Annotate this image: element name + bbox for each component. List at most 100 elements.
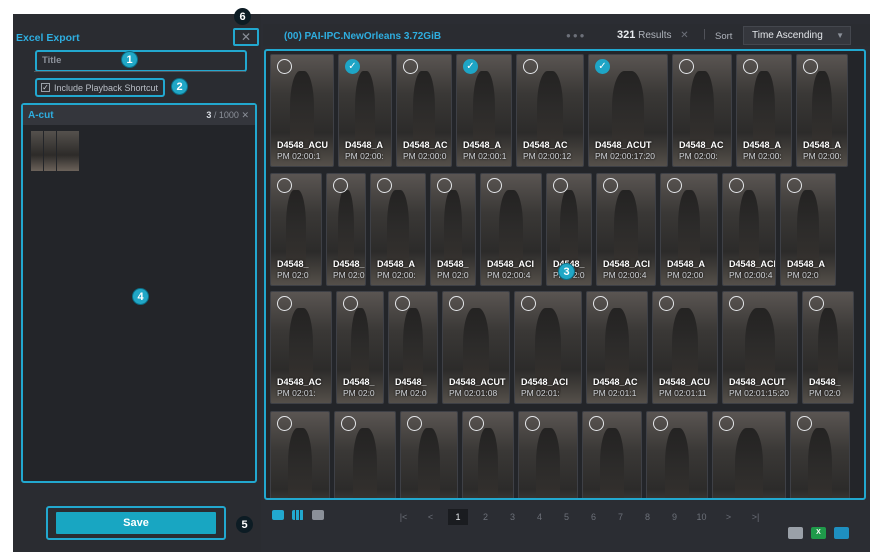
select-circle-icon[interactable]	[719, 416, 734, 431]
image-export-icon[interactable]	[788, 527, 803, 539]
result-thumbnail[interactable]	[646, 411, 708, 498]
sort-dropdown[interactable]: Time Ascending ▼	[743, 26, 851, 45]
acut-thumbnail[interactable]	[44, 131, 56, 171]
result-thumbnail[interactable]: ✓ D4548_ACUT PM 02:00:17:20	[588, 54, 668, 167]
result-thumbnail[interactable]: D4548_AC PM 02:00:12	[516, 54, 584, 167]
select-circle-icon[interactable]	[377, 178, 392, 193]
checked-circle-icon[interactable]: ✓	[463, 59, 478, 74]
result-thumbnail[interactable]: D4548_ACU PM 02:00:1	[270, 54, 334, 167]
select-circle-icon[interactable]	[341, 416, 356, 431]
title-input[interactable]: Title	[35, 50, 247, 72]
result-thumbnail[interactable]	[334, 411, 396, 498]
select-circle-icon[interactable]	[469, 416, 484, 431]
result-thumbnail[interactable]: D4548_PM 02:0	[336, 291, 384, 404]
grid-view-icon[interactable]	[292, 510, 304, 520]
result-thumbnail[interactable]: ✓ D4548_A PM 02:00:	[338, 54, 392, 167]
checked-circle-icon[interactable]: ✓	[345, 59, 360, 74]
result-thumbnail[interactable]: D4548_PM 02:0	[430, 173, 476, 286]
select-circle-icon[interactable]	[659, 296, 674, 311]
select-circle-icon[interactable]	[449, 296, 464, 311]
result-thumbnail[interactable]: D4548_A PM 02:00:	[796, 54, 848, 167]
select-circle-icon[interactable]	[333, 178, 348, 193]
select-circle-icon[interactable]	[553, 178, 568, 193]
result-thumbnail[interactable]: D4548_A PM 02:00:	[370, 173, 426, 286]
result-thumbnail[interactable]	[790, 411, 850, 498]
result-thumbnail[interactable]: D4548_A PM 02:00	[660, 173, 718, 286]
result-thumbnail[interactable]: D4548_AC PM 02:00:0	[396, 54, 452, 167]
result-thumbnail[interactable]: D4548_ACU PM 02:01:11	[652, 291, 718, 404]
save-button[interactable]: Save	[56, 512, 216, 534]
result-thumbnail[interactable]: D4548_AC PM 02:01:1	[586, 291, 648, 404]
result-thumbnail[interactable]: D4548_ACUT PM 02:01:08	[442, 291, 510, 404]
result-thumbnail[interactable]: D4548_ACI PM 02:01:	[514, 291, 582, 404]
select-circle-icon[interactable]	[525, 416, 540, 431]
result-thumbnail[interactable]	[400, 411, 458, 498]
first-page-button[interactable]: |<	[390, 509, 417, 525]
select-circle-icon[interactable]	[277, 178, 292, 193]
select-circle-icon[interactable]	[797, 416, 812, 431]
checkbox-icon[interactable]: ✓	[41, 83, 50, 92]
select-circle-icon[interactable]	[277, 296, 292, 311]
select-circle-icon[interactable]	[395, 296, 410, 311]
result-thumbnail[interactable]: ✓ D4548_A PM 02:00:1	[456, 54, 512, 167]
checked-circle-icon[interactable]: ✓	[595, 59, 610, 74]
page-6-button[interactable]: 6	[580, 509, 607, 525]
select-circle-icon[interactable]	[743, 59, 758, 74]
acut-clear-icon[interactable]: ✕	[241, 110, 249, 120]
select-circle-icon[interactable]	[523, 59, 538, 74]
result-thumbnail[interactable]: D4548_PM 02:0	[388, 291, 438, 404]
select-circle-icon[interactable]	[729, 178, 744, 193]
result-thumbnail[interactable]: D4548_PM 02:0	[802, 291, 854, 404]
select-circle-icon[interactable]	[437, 178, 452, 193]
select-circle-icon[interactable]	[589, 416, 604, 431]
acut-thumbnail[interactable]	[31, 131, 43, 171]
acut-thumbnail[interactable]	[57, 131, 79, 171]
prev-page-button[interactable]: <	[417, 509, 444, 525]
page-7-button[interactable]: 7	[607, 509, 634, 525]
result-thumbnail[interactable]	[462, 411, 514, 498]
page-3-button[interactable]: 3	[499, 509, 526, 525]
result-thumbnail[interactable]: D4548_A PM 02:0	[780, 173, 836, 286]
result-thumbnail[interactable]: D4548_ACI PM 02:00:4	[480, 173, 542, 286]
select-circle-icon[interactable]	[809, 296, 824, 311]
select-circle-icon[interactable]	[277, 59, 292, 74]
close-button[interactable]: ✕	[233, 28, 259, 46]
result-thumbnail[interactable]	[518, 411, 578, 498]
result-thumbnail[interactable]: D4548_PM 02:0	[326, 173, 366, 286]
result-thumbnail[interactable]	[270, 411, 330, 498]
page-1-button[interactable]: 1	[448, 509, 468, 525]
page-9-button[interactable]: 9	[661, 509, 688, 525]
include-playback-shortcut-toggle[interactable]: ✓ Include Playback Shortcut	[35, 78, 165, 97]
last-page-button[interactable]: >|	[742, 509, 769, 525]
select-circle-icon[interactable]	[679, 59, 694, 74]
film-view-icon[interactable]	[312, 510, 324, 520]
select-circle-icon[interactable]	[729, 296, 744, 311]
select-circle-icon[interactable]	[521, 296, 536, 311]
select-circle-icon[interactable]	[403, 59, 418, 74]
select-circle-icon[interactable]	[277, 416, 292, 431]
result-thumbnail[interactable]: D4548_PM 02:0	[270, 173, 322, 286]
result-thumbnail[interactable]	[582, 411, 642, 498]
result-thumbnail[interactable]: D4548_A PM 02:00:	[736, 54, 792, 167]
result-thumbnail[interactable]: D4548_AC PM 02:00:	[672, 54, 732, 167]
result-thumbnail[interactable]	[712, 411, 786, 498]
page-2-button[interactable]: 2	[472, 509, 499, 525]
result-thumbnail[interactable]: D4548_ACI PM 02:00:4	[596, 173, 656, 286]
page-5-button[interactable]: 5	[553, 509, 580, 525]
excel-icon[interactable]: X	[811, 527, 826, 539]
select-circle-icon[interactable]	[803, 59, 818, 74]
page-8-button[interactable]: 8	[634, 509, 661, 525]
select-circle-icon[interactable]	[343, 296, 358, 311]
result-thumbnail[interactable]: D4548_ACUT PM 02:01:15:20	[722, 291, 798, 404]
next-page-button[interactable]: >	[715, 509, 742, 525]
select-circle-icon[interactable]	[603, 178, 618, 193]
select-circle-icon[interactable]	[667, 178, 682, 193]
select-circle-icon[interactable]	[593, 296, 608, 311]
select-circle-icon[interactable]	[787, 178, 802, 193]
select-circle-icon[interactable]	[407, 416, 422, 431]
result-thumbnail[interactable]: D4548_ACI PM 02:00:4	[722, 173, 776, 286]
results-clear-icon[interactable]: ✕	[680, 30, 688, 41]
screen-capture-icon[interactable]	[834, 527, 849, 539]
page-10-button[interactable]: 10	[688, 509, 715, 525]
result-thumbnail[interactable]: D4548_AC PM 02:01:	[270, 291, 332, 404]
